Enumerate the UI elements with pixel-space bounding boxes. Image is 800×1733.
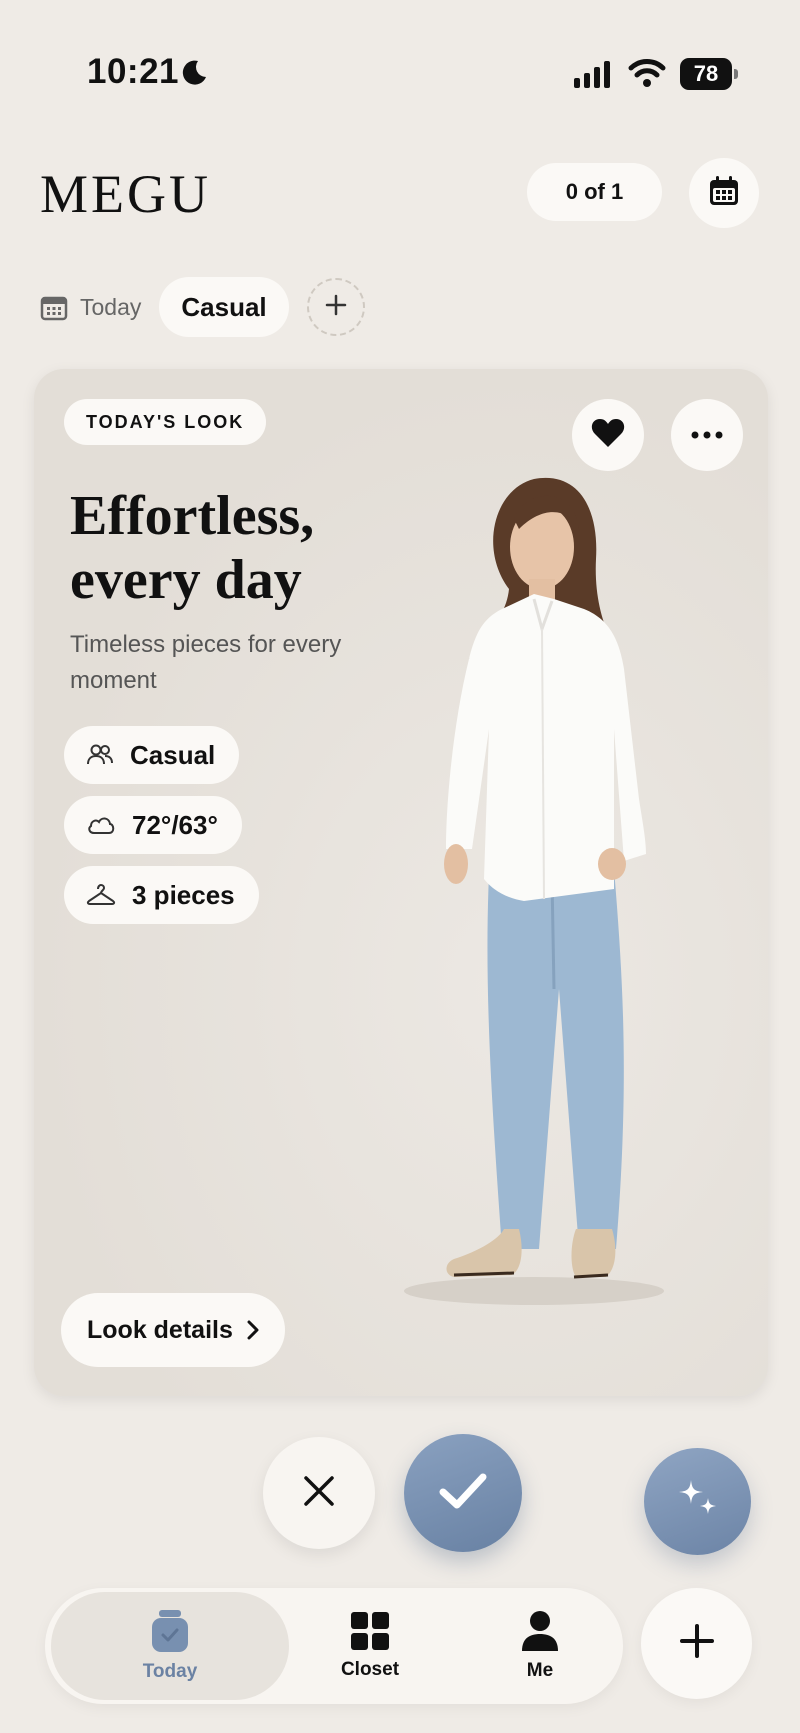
signal-icon (574, 60, 614, 93)
battery-indicator: 78 (680, 58, 738, 90)
add-item-button[interactable] (641, 1588, 752, 1699)
jar-icon (150, 1609, 190, 1653)
more-icon (691, 426, 723, 444)
more-options-button[interactable] (671, 399, 743, 471)
weather-pill: 72°/63° (64, 796, 242, 854)
heart-icon (591, 418, 625, 453)
style-pill-label: Casual (130, 739, 216, 770)
pieces-pill: 3 pieces (64, 866, 259, 924)
today-filter-label[interactable]: Today (80, 294, 141, 321)
pieces-pill-label: 3 pieces (132, 879, 235, 910)
wifi-icon (628, 58, 666, 93)
calendar-icon (707, 174, 741, 213)
tab-me[interactable]: Me (465, 1592, 615, 1700)
sparkle-icon (675, 1476, 721, 1527)
tab-today-label: Today (142, 1661, 198, 1682)
tab-closet[interactable]: Closet (295, 1592, 445, 1700)
accept-button[interactable] (404, 1434, 522, 1552)
cloud-icon (86, 814, 116, 836)
add-filter-button[interactable] (306, 278, 365, 336)
hanger-icon (86, 883, 116, 907)
plus-icon (679, 1623, 715, 1664)
ai-suggest-button[interactable] (644, 1448, 751, 1555)
tab-me-label: Me (526, 1660, 554, 1681)
filter-row: Today Casual (40, 277, 365, 337)
look-card[interactable]: TODAY'S LOOK Effortless, every day Timel… (34, 369, 768, 1396)
moon-icon (180, 58, 208, 91)
outfit-model-image (404, 477, 664, 1305)
status-bar: 10:21 78 (0, 0, 800, 150)
calendar-button[interactable] (689, 158, 759, 228)
tab-bar: Today Closet Me (45, 1588, 623, 1704)
plus-icon (325, 290, 347, 324)
close-icon (302, 1474, 336, 1513)
grid-icon (350, 1611, 390, 1651)
calendar-icon (40, 293, 68, 321)
todays-look-badge: TODAY'S LOOK (64, 399, 267, 445)
check-icon (438, 1471, 488, 1516)
person-icon (521, 1610, 559, 1652)
favorite-button[interactable] (572, 399, 644, 471)
look-details-button[interactable]: Look details (61, 1293, 285, 1367)
look-headline: Effortless, every day (70, 485, 315, 611)
weather-pill-label: 72°/63° (132, 809, 218, 840)
tab-closet-label: Closet (340, 1659, 400, 1680)
chevron-right-icon (247, 1320, 259, 1340)
style-pill: Casual (64, 726, 240, 784)
brand-logo: MEGU (40, 164, 211, 224)
status-time: 10:21 (87, 52, 180, 91)
dismiss-button[interactable] (263, 1437, 375, 1549)
people-icon (86, 743, 114, 767)
tab-today[interactable]: Today (51, 1592, 289, 1700)
look-details-label: Look details (87, 1315, 233, 1344)
chip-casual[interactable]: Casual (159, 277, 289, 337)
look-subtitle: Timeless pieces for every moment (70, 631, 342, 694)
look-counter[interactable]: 0 of 1 (527, 163, 662, 221)
